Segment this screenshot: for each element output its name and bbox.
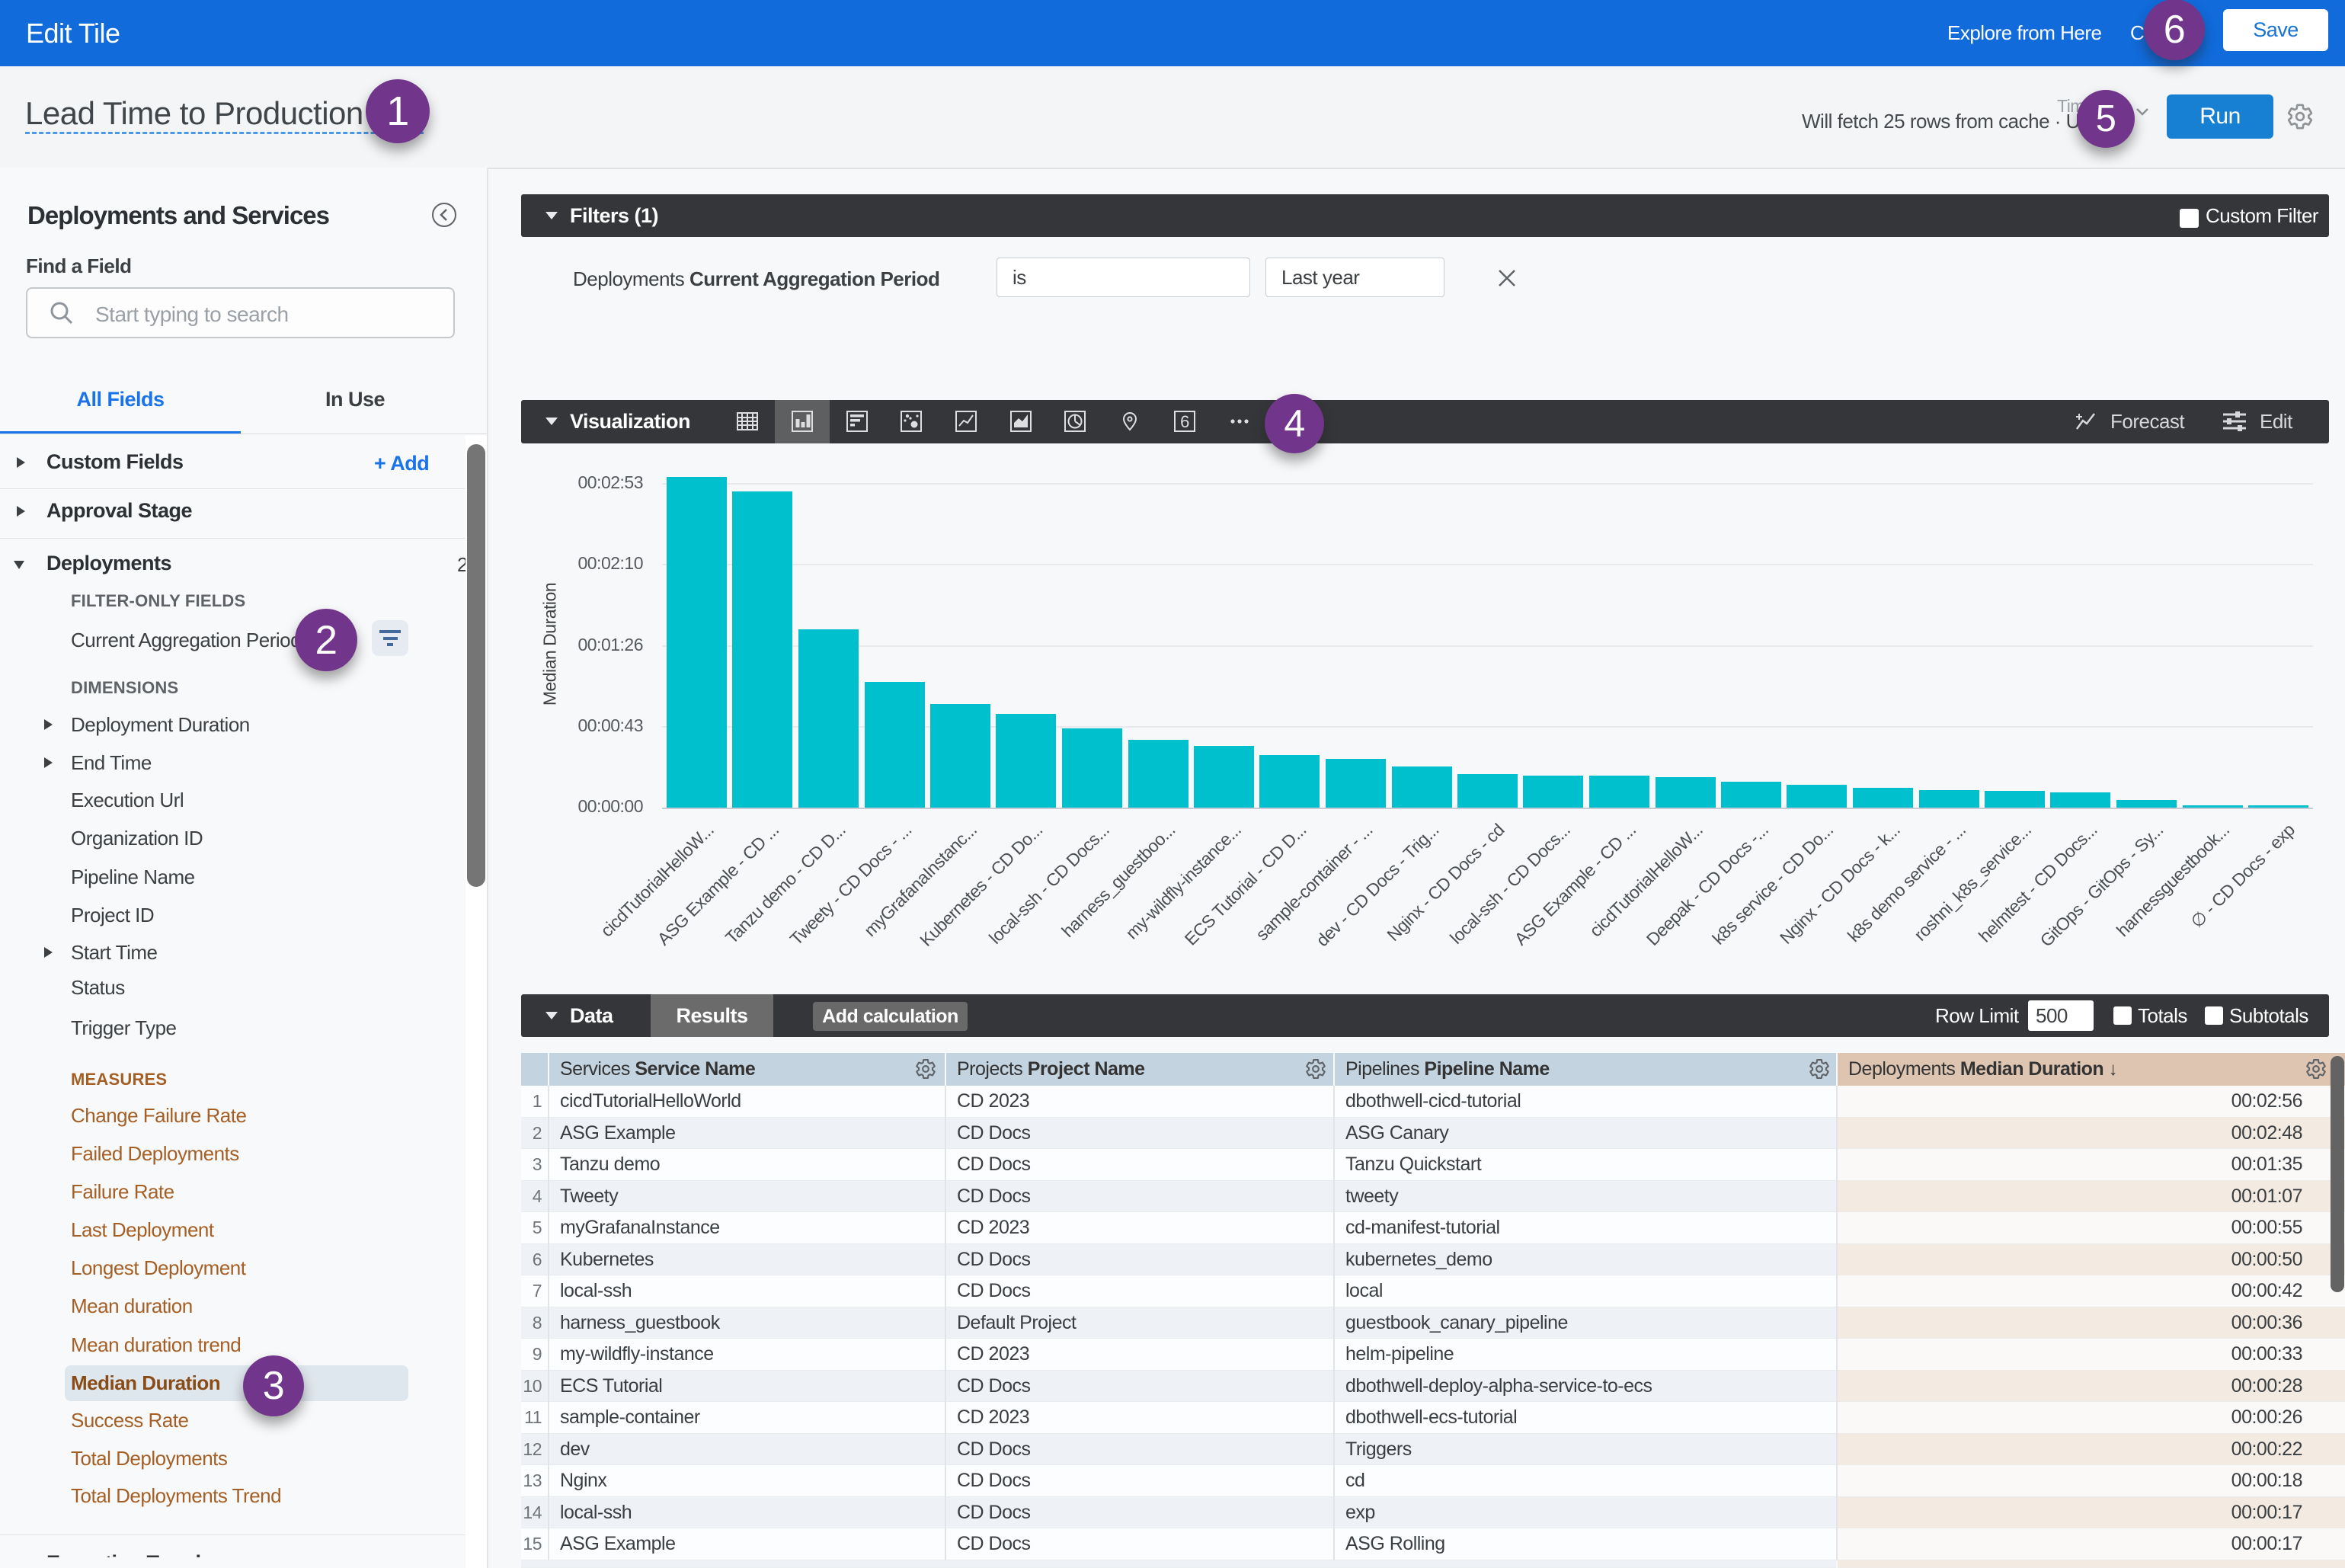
svg-text:6: 6	[1180, 412, 1189, 431]
